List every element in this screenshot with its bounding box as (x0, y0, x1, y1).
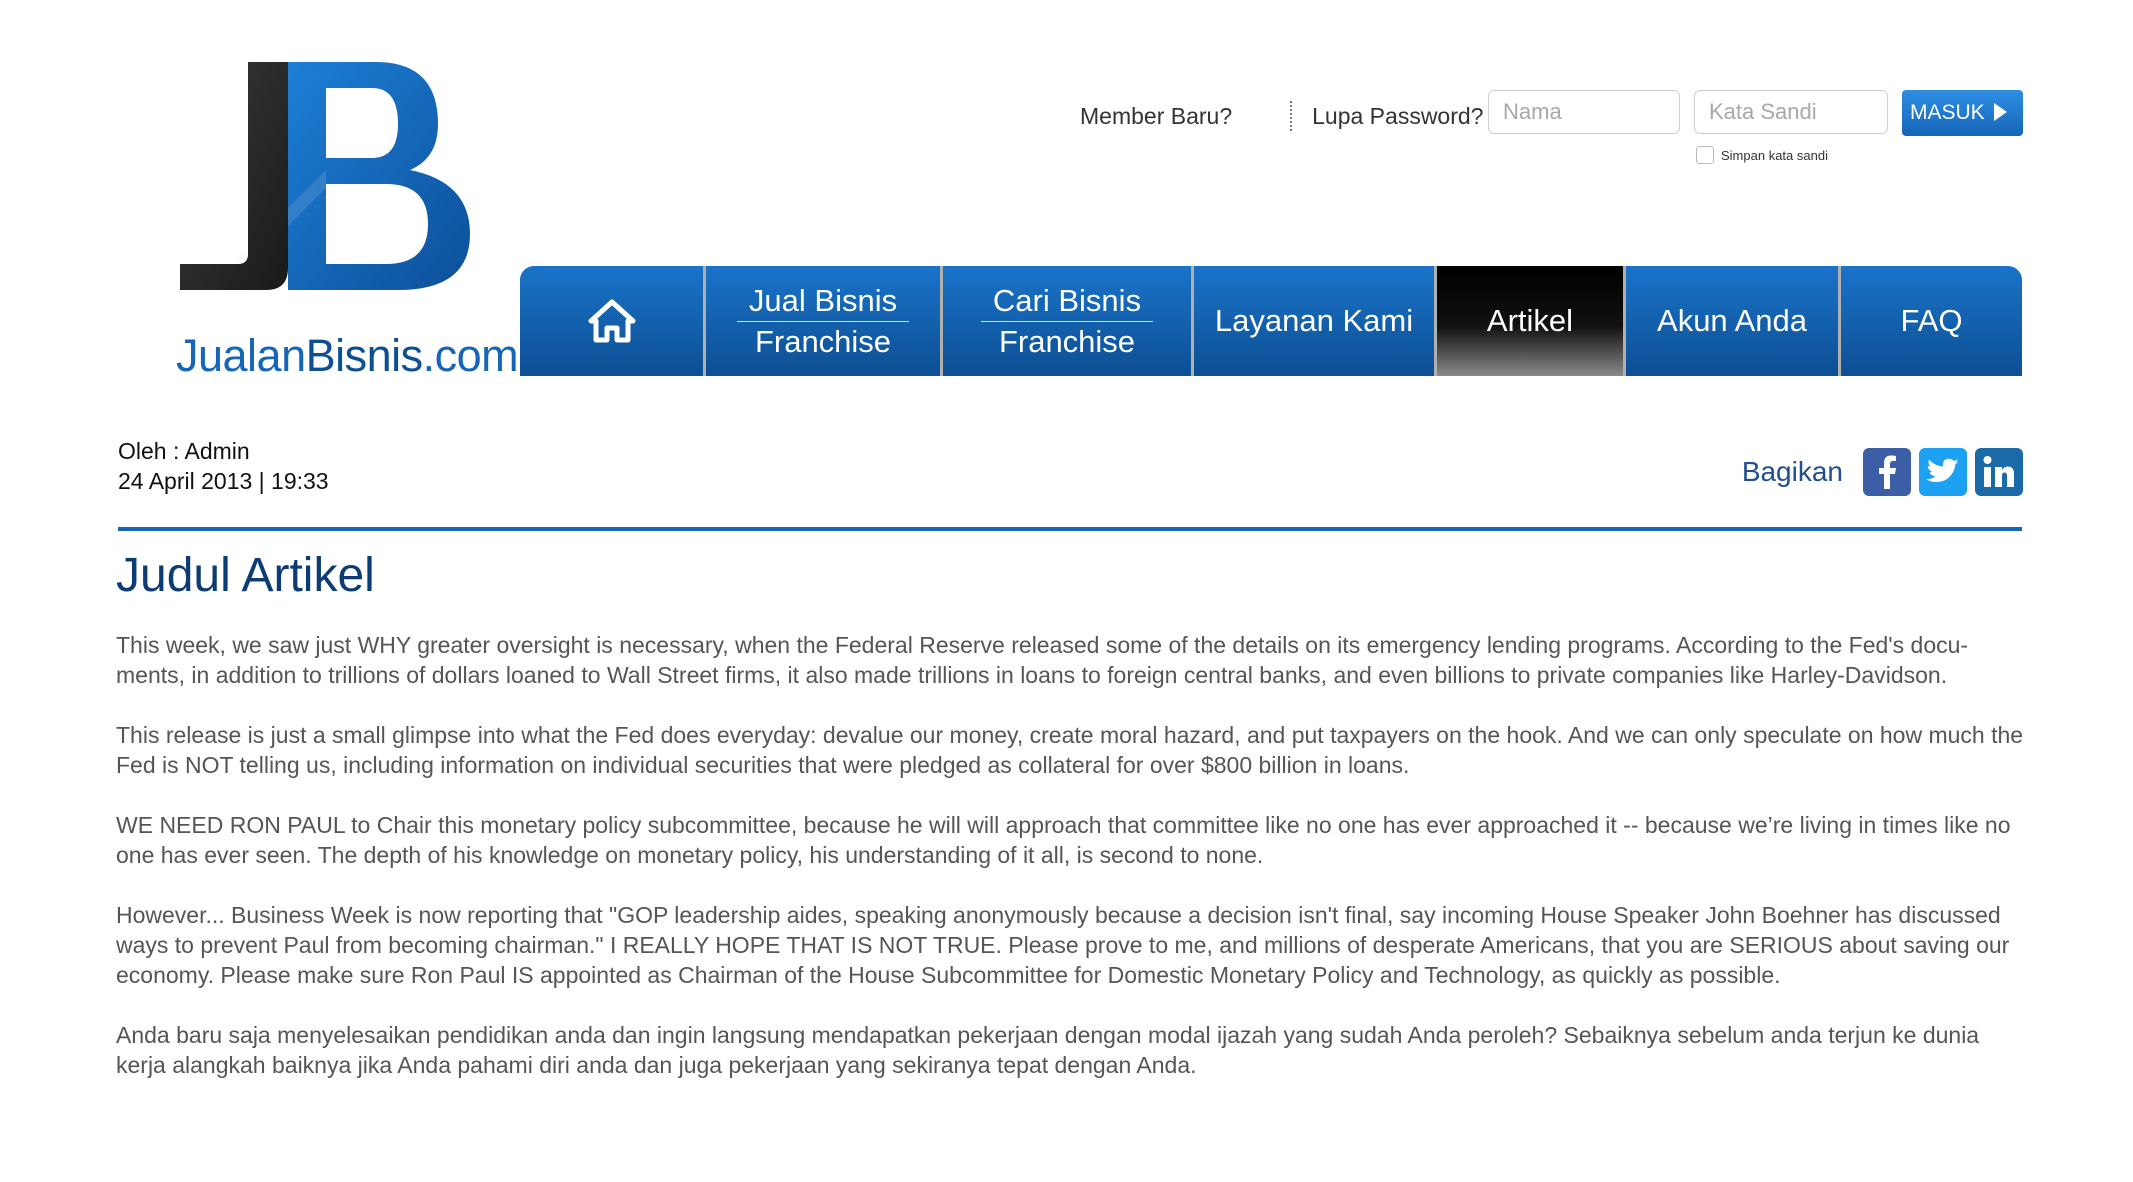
nav-item-label: Akun Anda (1657, 303, 1807, 339)
nav-layanan-kami[interactable]: Layanan Kami (1194, 266, 1437, 376)
login-button[interactable]: MASUK (1902, 90, 2023, 136)
password-input[interactable] (1694, 90, 1888, 134)
login-button-label: MASUK (1910, 101, 1985, 124)
linkedin-icon[interactable] (1975, 448, 2023, 496)
share-label: Bagikan (1741, 456, 1843, 487)
nav-akun-anda[interactable]: Akun Anda (1626, 266, 1841, 376)
twitter-icon[interactable] (1919, 448, 1967, 496)
nav-home[interactable] (520, 266, 706, 376)
nav-item-line2: Franchise (998, 323, 1136, 359)
article-paragraph: WE NEED RON PAUL to Chair this monetary … (116, 812, 2011, 868)
lupa-password-link[interactable]: Lupa Password? (1312, 103, 1483, 130)
username-input[interactable] (1488, 90, 1680, 134)
article-date: 24 April 2013 | 19:33 (118, 468, 329, 494)
member-baru-link[interactable]: Member Baru? (1080, 103, 1232, 130)
nav-item-label: FAQ (1900, 303, 1963, 339)
remember-password[interactable]: Simpan kata sandi (1696, 146, 1828, 164)
nav-artikel[interactable]: Artikel (1437, 266, 1626, 376)
nav-item-line1: Cari Bisnis (980, 283, 1154, 322)
nav-jual-bisnis-franchise[interactable]: Jual Bisnis Franchise (706, 266, 943, 376)
play-arrow-icon (1994, 103, 2007, 121)
nav-item-label: Artikel (1486, 303, 1574, 339)
login-links: Member Baru? Lupa Password? (1080, 96, 1483, 136)
login-separator (1290, 101, 1293, 131)
home-icon (588, 299, 635, 343)
nav-faq[interactable]: FAQ (1841, 266, 2022, 376)
article-paragraph: This release is just a small glimpse int… (116, 722, 2024, 778)
article-paragraph: This week, we saw just WHY greater overs… (116, 632, 1969, 688)
article-title: Judul Artikel (116, 549, 375, 602)
article-body: This week, we saw just WHY greater overs… (116, 630, 2026, 1110)
main-nav: Jual Bisnis Franchise Cari Bisnis Franch… (520, 266, 2022, 376)
logo-text: JualanBisnis.com (176, 330, 519, 381)
article-divider (118, 527, 2022, 531)
article-paragraph: However... Business Week is now reportin… (116, 902, 2010, 988)
remember-label: Simpan kata sandi (1721, 147, 1828, 163)
nav-item-line2: Franchise (754, 323, 892, 359)
facebook-icon[interactable] (1863, 448, 1911, 496)
article-paragraph: Anda baru saja menyelesaikan pendidikan … (116, 1022, 1980, 1078)
nav-item-label: Layanan Kami (1214, 303, 1414, 339)
site-logo[interactable]: JualanBisnis.com (176, 58, 519, 384)
article-meta: Oleh : Admin 24 April 2013 | 19:33 (118, 436, 329, 496)
nav-cari-bisnis-franchise[interactable]: Cari Bisnis Franchise (943, 266, 1194, 376)
article-author: Oleh : Admin (118, 438, 250, 464)
jb-logo-mark-icon (180, 62, 470, 290)
remember-checkbox[interactable] (1696, 146, 1714, 164)
share-bar: Bagikan (1742, 448, 2023, 496)
nav-item-line1: Jual Bisnis (736, 283, 910, 322)
